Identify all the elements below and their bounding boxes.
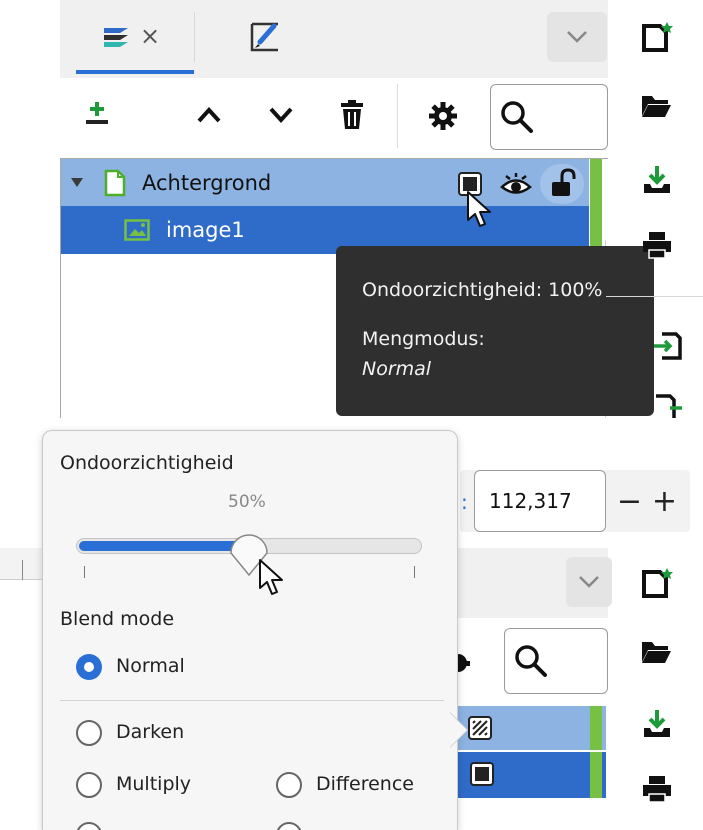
new-document-icon[interactable] bbox=[640, 566, 674, 600]
value-input[interactable]: 112,317 bbox=[474, 470, 606, 532]
radio-darken-label: Darken bbox=[116, 721, 185, 743]
trash-icon[interactable] bbox=[340, 100, 364, 130]
gear-icon-partial[interactable] bbox=[456, 650, 472, 676]
radio-darken[interactable] bbox=[76, 720, 102, 746]
search-icon bbox=[500, 100, 534, 134]
tooltip-opacity: Ondoorzichtigheid: 100% bbox=[362, 279, 603, 301]
slider-tick-max bbox=[414, 566, 415, 578]
save-download-icon[interactable] bbox=[642, 708, 672, 740]
radio-difference[interactable] bbox=[276, 772, 302, 798]
page-icon bbox=[104, 169, 126, 197]
popover-arrow bbox=[449, 712, 467, 748]
value-stepper[interactable]: − + bbox=[612, 470, 682, 532]
export-icon[interactable] bbox=[654, 392, 684, 418]
active-tab-underline bbox=[76, 70, 194, 74]
open-folder-icon[interactable] bbox=[640, 92, 672, 120]
print-icon[interactable] bbox=[642, 230, 672, 260]
eye-icon[interactable] bbox=[500, 172, 532, 196]
tooltip-blend-value: Normal bbox=[362, 358, 432, 380]
layer-group-name: Achtergrond bbox=[142, 171, 272, 195]
radio-normal[interactable] bbox=[76, 654, 102, 680]
lock-open-icon[interactable] bbox=[550, 168, 578, 198]
field-label-colon: : bbox=[461, 490, 468, 514]
save-download-icon[interactable] bbox=[642, 164, 672, 196]
opacity-value-label: 50% bbox=[228, 492, 266, 512]
chevron-down-icon bbox=[578, 575, 600, 589]
tab-menu-dropdown-2[interactable] bbox=[566, 557, 612, 607]
move-up-icon[interactable] bbox=[196, 106, 222, 124]
radio-multiply-label: Multiply bbox=[116, 773, 192, 795]
tooltip-blend-label: Mengmodus: bbox=[362, 328, 485, 350]
tab-close-button[interactable]: × bbox=[140, 22, 160, 50]
expand-triangle-icon[interactable] bbox=[70, 176, 84, 188]
layer-child-name: image1 bbox=[166, 218, 245, 242]
mouse-cursor-icon bbox=[466, 190, 494, 230]
import-icon[interactable] bbox=[652, 330, 682, 360]
radio-normal-label: Normal bbox=[116, 655, 185, 677]
section-gap bbox=[0, 418, 703, 420]
toolbar-divider bbox=[606, 296, 703, 297]
slider-tick-min bbox=[84, 566, 85, 578]
open-folder-icon[interactable] bbox=[640, 638, 672, 666]
blend-mode-hatched-icon[interactable] bbox=[468, 716, 492, 740]
increment-button[interactable]: + bbox=[652, 484, 677, 519]
chevron-down-icon bbox=[566, 30, 588, 44]
radio-difference-label: Difference bbox=[316, 773, 414, 795]
add-layer-icon[interactable] bbox=[84, 100, 110, 130]
popover-divider bbox=[60, 700, 444, 701]
ruler-tick bbox=[22, 560, 23, 580]
opacity-slider-fill bbox=[79, 541, 249, 551]
blend-mode-icon[interactable] bbox=[470, 762, 494, 786]
blend-mode-heading: Blend mode bbox=[60, 608, 175, 630]
tab-menu-dropdown[interactable] bbox=[547, 12, 607, 62]
layer-properties-popover bbox=[42, 430, 458, 830]
new-document-icon[interactable] bbox=[640, 20, 674, 54]
opacity-heading: Ondoorzichtigheid bbox=[60, 452, 234, 474]
toolbar-separator bbox=[397, 84, 398, 148]
brush-icon[interactable] bbox=[248, 18, 284, 54]
radio-multiply[interactable] bbox=[76, 772, 102, 798]
search-icon bbox=[514, 644, 548, 678]
decrement-button[interactable]: − bbox=[617, 484, 642, 519]
image-layer-icon bbox=[124, 219, 150, 241]
tab-layers[interactable] bbox=[76, 0, 194, 74]
layer-color-indicator-4 bbox=[590, 752, 602, 798]
layer-color-indicator-3 bbox=[590, 706, 602, 750]
layer-tooltip: Ondoorzichtigheid: 100% Mengmodus: Norma… bbox=[336, 246, 654, 416]
move-down-icon[interactable] bbox=[268, 106, 294, 124]
layers-icon bbox=[100, 22, 132, 50]
layer-color-indicator bbox=[590, 159, 602, 206]
gear-icon[interactable] bbox=[428, 101, 458, 131]
mouse-cursor-icon bbox=[258, 558, 286, 598]
tab-separator bbox=[194, 12, 195, 62]
print-icon[interactable] bbox=[642, 774, 672, 804]
